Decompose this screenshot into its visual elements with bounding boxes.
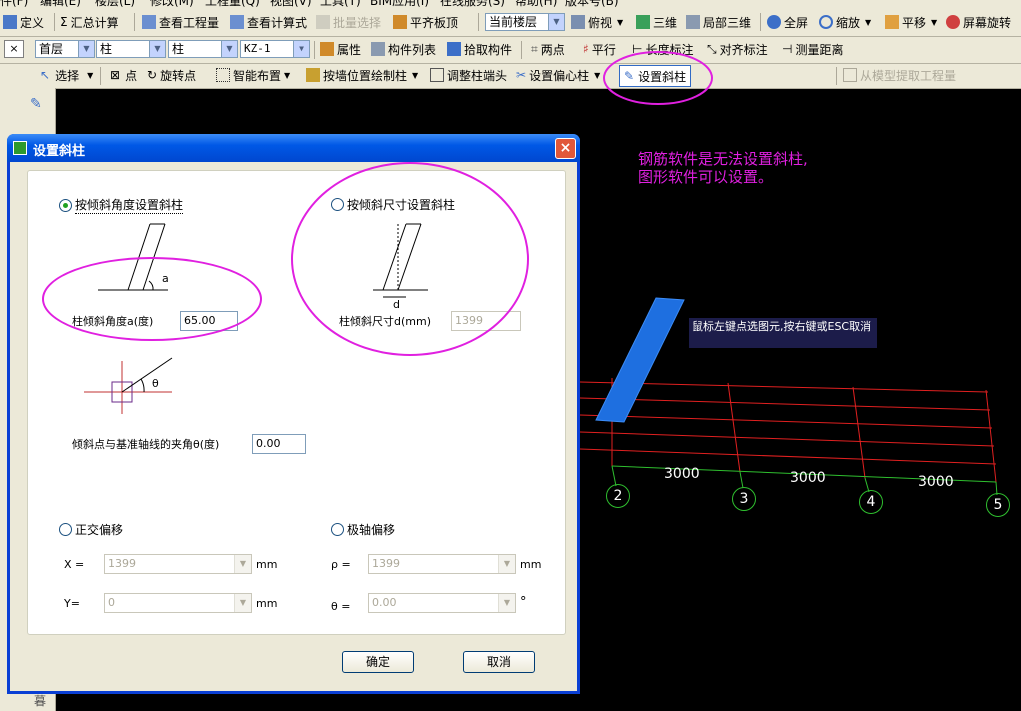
y-unit: mm — [256, 597, 278, 610]
y-label: Y= — [64, 597, 80, 610]
chevron-down-icon: ▼ — [234, 555, 251, 573]
highlight-ellipse-angle — [42, 257, 262, 341]
y-offset-select[interactable]: 0 ▼ — [104, 593, 252, 613]
axis-marker: 3 — [732, 487, 756, 511]
tooltip: 鼠标左键点选图元,按右键或ESC取消 — [689, 318, 877, 348]
dialog-titlebar[interactable]: 设置斜柱 × — [7, 134, 580, 162]
axis-marker: 5 — [986, 493, 1010, 517]
annotation-line-2: 图形软件可以设置。 — [638, 168, 774, 186]
theta-input[interactable]: 0.00 — [252, 434, 306, 454]
radio-icon — [59, 198, 72, 212]
x-offset-select[interactable]: 1399 ▼ — [104, 554, 252, 574]
dimension-label: 3000 — [664, 466, 700, 482]
x-unit: mm — [256, 558, 278, 571]
polar-theta-unit: ° — [520, 595, 527, 610]
ok-button[interactable]: 确定 — [342, 651, 414, 673]
dialog-title: 设置斜柱 — [33, 144, 86, 159]
highlight-ellipse-size — [291, 162, 529, 356]
theta-diagram: θ — [84, 357, 173, 414]
rho-unit: mm — [520, 558, 542, 571]
dimension-label: 3000 — [790, 470, 826, 486]
annotation-text: 钢筋软件是无法设置斜柱, 图形软件可以设置。 — [638, 150, 808, 186]
rho-select[interactable]: 1399 ▼ — [368, 554, 516, 574]
dimension-label: 3000 — [918, 474, 954, 490]
app-icon — [13, 141, 27, 155]
cancel-button[interactable]: 取消 — [463, 651, 535, 673]
chevron-down-icon: ▼ — [498, 555, 515, 573]
radio-icon — [59, 523, 72, 536]
radio-by-angle[interactable]: 按倾斜角度设置斜柱 — [59, 196, 184, 214]
chevron-down-icon: ▼ — [498, 594, 515, 612]
highlight-ellipse-toolbar — [603, 51, 713, 105]
x-label: X = — [64, 558, 85, 571]
inclined-column[interactable] — [595, 297, 685, 423]
radio-polar-offset[interactable]: 极轴偏移 — [331, 521, 395, 538]
polar-theta-label: θ = — [331, 600, 351, 613]
axis-marker: 4 — [859, 490, 883, 514]
theta-symbol: θ — [152, 377, 159, 390]
radio-orthogonal-offset[interactable]: 正交偏移 — [59, 521, 123, 538]
radio-icon — [331, 523, 344, 536]
theta-label: 倾斜点与基准轴线的夹角θ(度) — [72, 438, 220, 451]
axis-marker: 2 — [606, 484, 630, 508]
polar-theta-select[interactable]: 0.00 ▼ — [368, 593, 516, 613]
annotation-line-1: 钢筋软件是无法设置斜柱, — [638, 150, 808, 168]
close-button[interactable]: × — [555, 138, 576, 159]
rho-label: ρ = — [331, 558, 351, 571]
chevron-down-icon: ▼ — [234, 594, 251, 612]
